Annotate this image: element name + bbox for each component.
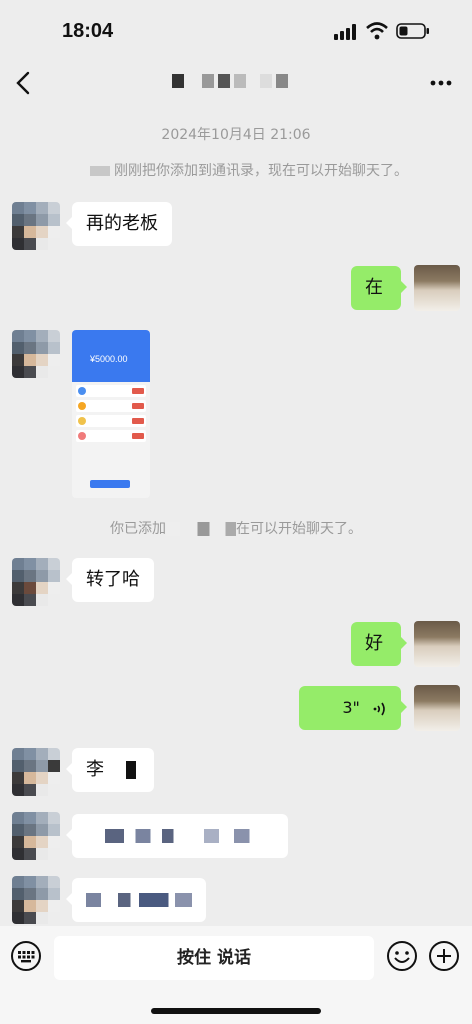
message-bubble-received[interactable]: 李 bbox=[66, 748, 154, 792]
contact-avatar[interactable] bbox=[12, 202, 60, 250]
redacted-name bbox=[166, 522, 236, 536]
message-bubble-redacted[interactable] bbox=[66, 814, 288, 858]
message-bubble-received[interactable]: 转了哈 bbox=[66, 558, 154, 602]
cellular-signal-icon bbox=[334, 24, 356, 40]
screenshot-row bbox=[76, 385, 146, 397]
plus-icon[interactable] bbox=[428, 940, 460, 972]
voice-message-bubble[interactable]: 3" bbox=[299, 686, 407, 730]
my-avatar[interactable] bbox=[414, 621, 460, 667]
my-avatar[interactable] bbox=[414, 265, 460, 311]
chat-title-redacted bbox=[172, 74, 288, 90]
system-prefix: 你已添加 bbox=[110, 521, 166, 537]
emoji-icon[interactable] bbox=[386, 940, 418, 972]
contact-avatar[interactable] bbox=[12, 330, 60, 378]
my-avatar[interactable] bbox=[414, 685, 460, 731]
message-bubble-sent[interactable]: 在 bbox=[351, 266, 407, 310]
chat-timestamp: 2024年10月4日 21:06 bbox=[161, 127, 311, 143]
voice-duration: 3" bbox=[342, 698, 360, 717]
screenshot-button bbox=[90, 480, 130, 488]
redacted-text bbox=[126, 761, 136, 779]
screenshot-image-message[interactable]: ¥5000.00 bbox=[72, 330, 150, 498]
home-indicator bbox=[151, 1008, 321, 1014]
system-message-added: 刚刚把你添加到通讯录，现在可以开始聊天了。 bbox=[0, 160, 472, 180]
voice-wave-icon bbox=[373, 702, 385, 715]
screenshot-row bbox=[76, 430, 146, 442]
more-icon[interactable] bbox=[430, 80, 452, 86]
hold-to-talk-button[interactable]: 按住 说话 bbox=[54, 936, 374, 980]
message-bubble-redacted[interactable] bbox=[66, 878, 206, 922]
message-text: 李 bbox=[86, 759, 104, 780]
wifi-icon bbox=[366, 22, 388, 40]
redacted-text bbox=[86, 829, 276, 843]
contact-avatar[interactable] bbox=[12, 876, 60, 924]
contact-avatar[interactable] bbox=[12, 812, 60, 860]
contact-avatar[interactable] bbox=[12, 558, 60, 606]
system-message-added-2: 你已添加 在可以开始聊天了。 bbox=[0, 518, 472, 538]
message-bubble-received[interactable]: 再的老板 bbox=[66, 202, 172, 246]
keyboard-icon[interactable] bbox=[10, 940, 42, 972]
screenshot-header: ¥5000.00 bbox=[72, 330, 150, 382]
contact-avatar[interactable] bbox=[12, 748, 60, 796]
battery-icon bbox=[396, 23, 429, 39]
back-icon[interactable] bbox=[14, 70, 34, 96]
screenshot-row bbox=[76, 415, 146, 427]
redacted-text bbox=[86, 893, 192, 907]
redacted-name bbox=[90, 166, 110, 176]
screenshot-amount: ¥5000.00 bbox=[90, 354, 128, 364]
message-bubble-sent[interactable]: 好 bbox=[351, 622, 407, 666]
system-suffix: 在可以开始聊天了。 bbox=[236, 521, 362, 537]
screenshot-row bbox=[76, 400, 146, 412]
status-time: 18:04 bbox=[62, 20, 114, 42]
system-added-text: 刚刚把你添加到通讯录，现在可以开始聊天了。 bbox=[114, 163, 408, 179]
